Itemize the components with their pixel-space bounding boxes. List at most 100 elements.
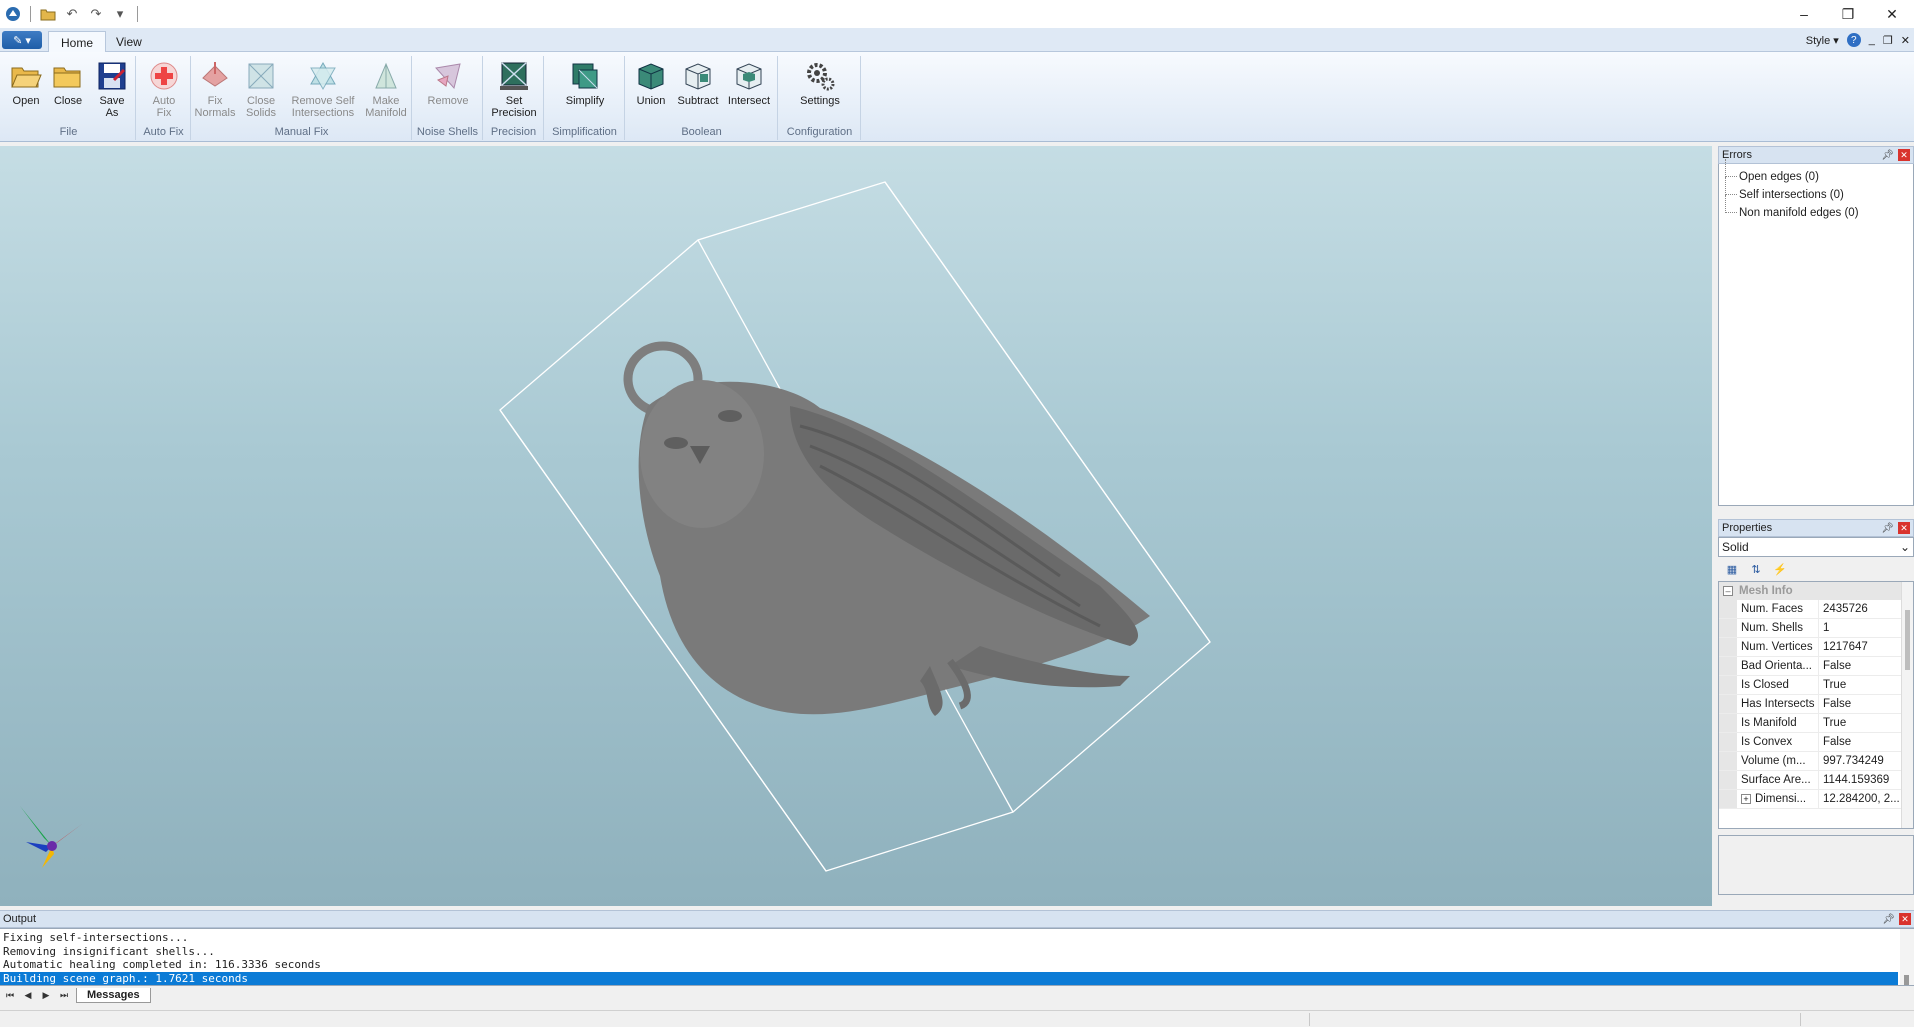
tab-home[interactable]: Home [48, 31, 107, 53]
scrollbar-thumb[interactable] [1904, 975, 1909, 985]
tab-messages[interactable]: Messages [76, 987, 151, 1003]
property-value: 1144.159369 [1823, 774, 1890, 786]
open-button[interactable]: Open [8, 60, 44, 107]
property-row[interactable]: Is Closed True [1719, 676, 1913, 695]
status-segment [1309, 1013, 1310, 1026]
property-row[interactable]: Is Manifold True [1719, 714, 1913, 733]
pin-icon[interactable]: 📌︎ [1881, 523, 1894, 534]
property-row-dimensions[interactable]: + Dimensi... 12.284200, 2... [1719, 790, 1913, 809]
next-tab-icon[interactable]: ▶ [40, 990, 52, 1001]
pin-icon[interactable]: 📌︎ [1881, 150, 1894, 161]
style-dropdown[interactable]: Style ▾ [1806, 34, 1839, 47]
app-icon[interactable] [4, 5, 22, 23]
dock-splitter[interactable] [1718, 506, 1914, 519]
fix-normals-label: Fix Normals [194, 95, 236, 119]
undo-icon[interactable]: ↶ [63, 5, 81, 23]
help-icon[interactable]: ? [1846, 33, 1861, 47]
ribbon-close-icon[interactable]: ✕ [1901, 34, 1910, 47]
open-icon[interactable] [39, 5, 57, 23]
close-icon[interactable]: ✕ [1898, 149, 1910, 161]
toolbar-separator [30, 6, 31, 22]
error-item-open-edges[interactable]: Open edges (0) [1725, 159, 1913, 186]
save-as-icon [98, 62, 126, 90]
property-row[interactable]: Surface Are... 1144.159369 [1719, 771, 1913, 790]
properties-panel-header: Properties 📌︎ ✕ [1718, 519, 1914, 537]
make-manifold-button[interactable]: Make Manifold [362, 60, 410, 119]
log-line[interactable]: Fixing self-intersections... [0, 931, 1914, 945]
close-window-button[interactable]: ✕ [1870, 0, 1914, 28]
group-noise-shells-label: Noise Shells [416, 126, 479, 138]
error-item-non-manifold-edges[interactable]: Non manifold edges (0) [1725, 195, 1913, 222]
property-grid-scrollbar[interactable] [1901, 582, 1913, 828]
tab-view[interactable]: View [104, 31, 154, 53]
property-row[interactable]: Is Convex False [1719, 733, 1913, 752]
set-precision-button[interactable]: Set Precision [489, 60, 539, 119]
ribbon-minimize-icon[interactable]: _ [1869, 34, 1875, 46]
object-select[interactable]: Solid ⌄ [1718, 537, 1914, 557]
log-line-selected[interactable]: Building scene graph.: 1.7621 seconds [0, 971, 1898, 985]
open-folder-icon [11, 67, 42, 88]
property-row[interactable]: Bad Orienta... False [1719, 657, 1913, 676]
property-row[interactable]: Num. Shells 1 [1719, 619, 1913, 638]
settings-button[interactable]: Settings [795, 60, 845, 107]
prev-tab-icon[interactable]: ◀ [22, 990, 34, 1001]
output-scrollbar[interactable] [1900, 929, 1914, 985]
collapse-icon[interactable]: – [1723, 586, 1733, 596]
remove-shells-icon [435, 63, 461, 90]
customize-icon[interactable]: ▾ [111, 5, 129, 23]
log-line[interactable]: Automatic healing completed in: 116.3336… [0, 958, 1914, 972]
save-as-button[interactable]: Save As [94, 60, 130, 119]
property-key: Num. Faces [1737, 600, 1819, 618]
auto-fix-button[interactable]: Auto Fix [144, 60, 184, 119]
property-row[interactable]: Num. Vertices 1217647 [1719, 638, 1913, 657]
property-row[interactable]: Volume (m... 997.734249 [1719, 752, 1913, 771]
property-key: Is Convex [1737, 733, 1819, 751]
property-row[interactable]: Has Intersects False [1719, 695, 1913, 714]
union-button[interactable]: Union [630, 60, 672, 107]
3d-viewport[interactable] [0, 146, 1712, 906]
settings-gear-icon [807, 63, 835, 91]
output-log[interactable]: Fixing self-intersections... Removing in… [0, 928, 1914, 986]
subtract-label: Subtract [677, 95, 719, 107]
error-item-self-intersections[interactable]: Self intersections (0) [1725, 177, 1913, 204]
property-value: False [1823, 698, 1852, 710]
window-controls: – ❐ ✕ [1782, 0, 1914, 28]
categorized-view-icon[interactable]: ▦ [1724, 561, 1740, 577]
restore-button[interactable]: ❐ [1826, 0, 1870, 28]
remove-shells-label: Remove [427, 95, 469, 107]
redo-icon[interactable]: ↷ [87, 5, 105, 23]
property-key: Num. Vertices [1737, 638, 1819, 656]
property-category-mesh-info[interactable]: – Mesh Info [1719, 582, 1913, 600]
close-solids-button[interactable]: Close Solids [240, 60, 282, 119]
property-value: False [1823, 660, 1852, 672]
pin-icon[interactable]: 📌︎ [1882, 914, 1895, 925]
alphabetical-sort-icon[interactable]: ⇅ [1748, 561, 1764, 577]
last-tab-icon[interactable]: ⏭ [58, 990, 70, 1001]
auto-fix-icon [150, 62, 178, 90]
remove-shells-button[interactable]: Remove [423, 60, 473, 107]
subtract-button[interactable]: Subtract [674, 60, 722, 107]
simplify-button[interactable]: Simplify [560, 60, 610, 107]
property-row[interactable]: Num. Faces 2435726 [1719, 600, 1913, 619]
ribbon-panel: Open Close Save As File Auto Fix Auto Fi… [0, 52, 1914, 142]
scrollbar-thumb[interactable] [1905, 610, 1910, 670]
log-line[interactable]: Removing insignificant shells... [0, 945, 1914, 959]
ribbon-tab-row: ✎ ▾ Home View Style ▾ ? _ ❐ ✕ [0, 28, 1914, 53]
application-menu-button[interactable]: ✎ ▾ [2, 31, 42, 49]
property-key: Volume (m... [1737, 752, 1819, 770]
close-icon[interactable]: ✕ [1898, 522, 1910, 534]
fix-normals-button[interactable]: Fix Normals [194, 60, 236, 119]
ribbon-restore-icon[interactable]: ❐ [1883, 34, 1893, 47]
remove-self-intersections-button[interactable]: Remove Self Intersections [284, 60, 362, 119]
intersect-button[interactable]: Intersect [724, 60, 774, 107]
events-lightning-icon[interactable]: ⚡ [1772, 561, 1788, 577]
set-precision-icon [500, 62, 528, 90]
close-icon[interactable]: ✕ [1899, 913, 1911, 925]
expand-icon[interactable]: + [1741, 794, 1751, 804]
owl-model[interactable] [623, 341, 1150, 716]
group-boolean-label: Boolean [681, 126, 722, 138]
minimize-button[interactable]: – [1782, 0, 1826, 28]
close-button[interactable]: Close [50, 60, 86, 107]
first-tab-icon[interactable]: ⏮ [4, 990, 16, 1001]
axis-triad-icon[interactable] [20, 806, 82, 868]
